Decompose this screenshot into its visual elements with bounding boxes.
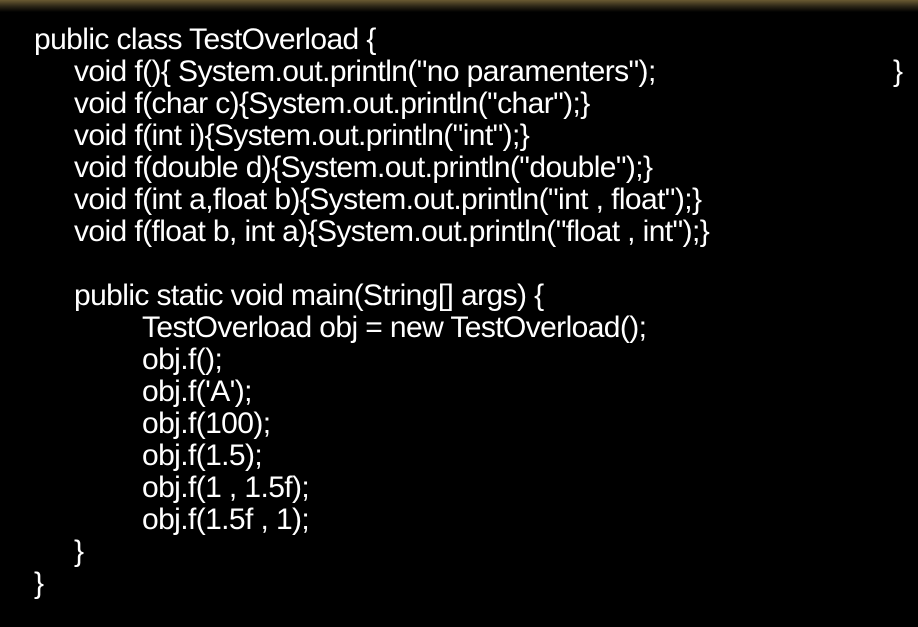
code-line-call-4: obj.f(1.5); [142,439,263,472]
code-line-method-f-int: void f(int i){System.out.println("int");… [74,119,530,152]
code-line-main-close: } [74,535,84,568]
code-line-new-object: TestOverload obj = new TestOverload(); [142,311,647,344]
code-line-method-f-char: void f(char c){System.out.println("char"… [74,87,590,120]
code-line-call-1: obj.f(); [142,343,223,376]
code-line-main-decl: public static void main(String[] args) { [74,279,544,312]
code-block: public class TestOverload { void f(){ Sy… [0,0,918,627]
code-line-class-decl: public class TestOverload { [34,23,376,56]
code-line-call-3: obj.f(100); [142,407,271,440]
code-line-class-close: } [34,567,44,600]
code-line-method-f-float-int: void f(float b, int a){System.out.printl… [74,215,710,248]
code-line-method-f-int-float: void f(int a,float b){System.out.println… [74,183,702,216]
code-closing-brace-f-no-args: } [893,55,903,88]
code-line-method-f-no-args: void f(){ System.out.println("no paramen… [74,55,656,88]
code-line-call-5: obj.f(1 , 1.5f); [142,471,310,504]
code-line-call-6: obj.f(1.5f , 1); [142,503,310,536]
slide: public class TestOverload { void f(){ Sy… [0,0,918,627]
code-line-call-2: obj.f('A'); [142,375,252,408]
code-line-method-f-double: void f(double d){System.out.println("dou… [74,151,653,184]
